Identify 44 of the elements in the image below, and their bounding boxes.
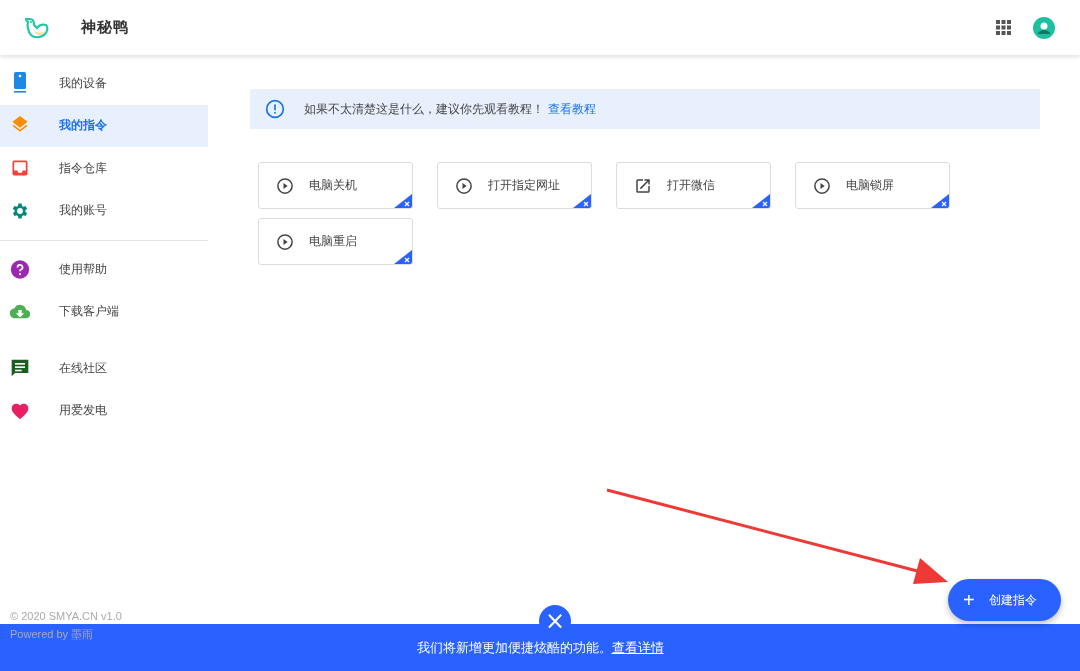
details-link[interactable]: 查看详情 — [611, 638, 664, 657]
notice-text: 如果不太清楚这是什么，建议你先观看教程！ — [304, 100, 544, 118]
heart-icon — [10, 401, 30, 421]
play-circle-icon — [455, 176, 473, 195]
avatar-icon[interactable] — [1033, 16, 1055, 39]
sidebar-item[interactable]: 我的设备 — [0, 62, 208, 105]
phone-icon — [12, 72, 28, 95]
app-title: 神秘鸭 — [81, 18, 129, 37]
command-card[interactable]: 电脑锁屏 — [795, 162, 950, 209]
sidebar-item[interactable]: 我的指令 — [0, 104, 208, 147]
cloud-download-icon — [10, 303, 30, 320]
command-label: 电脑锁屏 — [846, 177, 894, 194]
sidebar-item[interactable]: 用爱发电 — [0, 389, 208, 432]
command-label: 打开指定网址 — [488, 177, 560, 194]
help-icon — [10, 258, 30, 280]
sidebar-item[interactable]: 下载客户端 — [0, 290, 208, 333]
tutorial-link[interactable]: 查看教程 — [548, 100, 596, 118]
play-circle-icon — [276, 232, 294, 251]
command-card[interactable]: 打开指定网址 — [437, 162, 592, 209]
play-circle-icon — [276, 176, 294, 195]
delete-corner-icon[interactable] — [931, 194, 949, 208]
command-card[interactable]: 打开微信 — [616, 162, 771, 209]
sidebar-item[interactable]: 我的账号 — [0, 189, 208, 232]
command-card[interactable]: 电脑重启 — [258, 218, 413, 265]
copyright-text: © 2020 SMYA.CN v1.0 — [10, 609, 123, 624]
delete-corner-icon[interactable] — [752, 194, 770, 208]
external-link-icon — [634, 176, 652, 195]
command-card[interactable]: 电脑关机 — [258, 162, 413, 209]
sidebar-item[interactable]: 指令仓库 — [0, 147, 208, 190]
info-icon — [265, 99, 285, 119]
inbox-icon — [10, 158, 30, 179]
powered-by-text: Powered by — [10, 627, 69, 642]
delete-corner-icon[interactable] — [394, 250, 412, 264]
play-circle-icon — [813, 176, 831, 195]
banner-text: 我们将新增更加便捷炫酷的功能。 — [416, 638, 612, 657]
sidebar-item[interactable]: 使用帮助 — [0, 248, 208, 291]
command-label: 打开微信 — [667, 177, 715, 194]
create-command-button[interactable]: + 创建指令 — [948, 579, 1061, 621]
delete-corner-icon[interactable] — [394, 194, 412, 208]
apps-grid-icon[interactable] — [996, 20, 1011, 35]
delete-corner-icon[interactable] — [573, 194, 591, 208]
command-label: 电脑关机 — [309, 177, 357, 194]
command-label: 电脑重启 — [309, 233, 357, 250]
sidebar-item[interactable]: 在线社区 — [0, 347, 208, 390]
